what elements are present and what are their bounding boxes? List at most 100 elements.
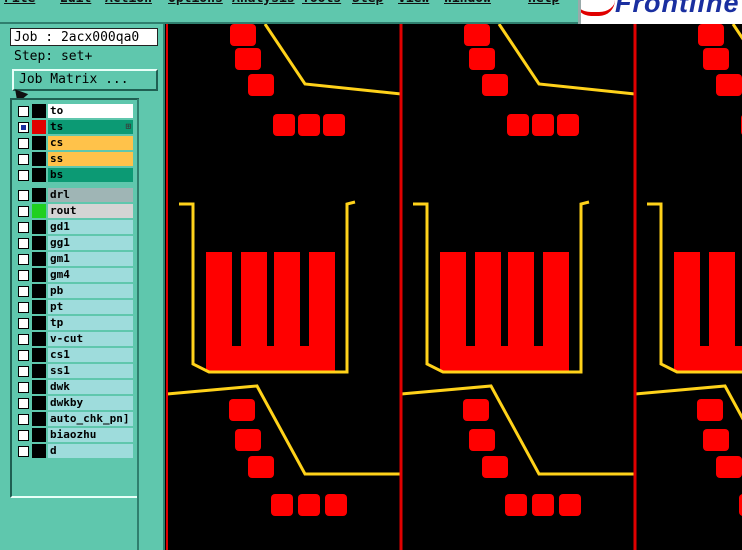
layer-color-swatch[interactable]	[32, 380, 46, 394]
layer-color-swatch[interactable]	[32, 332, 46, 346]
layer-row-ss[interactable]: ss	[15, 152, 133, 166]
layer-row-gg1[interactable]: gg1	[15, 236, 133, 250]
layer-name[interactable]: cs1	[48, 348, 133, 362]
layer-color-swatch[interactable]	[32, 316, 46, 330]
layer-checkbox[interactable]	[18, 122, 29, 133]
layer-row-drl[interactable]: drl	[15, 188, 133, 202]
layer-color-swatch[interactable]	[32, 204, 46, 218]
layer-name[interactable]: gd1	[48, 220, 133, 234]
layer-checkbox[interactable]	[18, 238, 29, 249]
layer-row-cs[interactable]: cs	[15, 136, 133, 150]
layer-color-swatch[interactable]	[32, 188, 46, 202]
layer-checkbox[interactable]	[18, 170, 29, 181]
layer-row-dwkby[interactable]: dwkby	[15, 396, 133, 410]
layer-row-pb[interactable]: pb	[15, 284, 133, 298]
layer-checkbox[interactable]	[18, 206, 29, 217]
menu-tools[interactable]: Tools	[302, 0, 341, 6]
menu-view[interactable]: View	[398, 0, 429, 6]
layer-name[interactable]: auto_chk_pn]	[48, 412, 133, 426]
layer-color-swatch[interactable]	[32, 136, 46, 150]
layer-name[interactable]: pb	[48, 284, 133, 298]
layer-color-swatch[interactable]	[32, 236, 46, 250]
layer-row-d[interactable]: d	[15, 444, 133, 458]
layer-name[interactable]: d	[48, 444, 133, 458]
layer-row-gm1[interactable]: gm1	[15, 252, 133, 266]
layer-row-cs1[interactable]: cs1	[15, 348, 133, 362]
layer-name[interactable]: ss1	[48, 364, 133, 378]
layer-color-swatch[interactable]	[32, 300, 46, 314]
layer-row-dwk[interactable]: dwk	[15, 380, 133, 394]
layer-checkbox[interactable]	[18, 106, 29, 117]
layer-checkbox[interactable]	[18, 222, 29, 233]
layer-checkbox[interactable]	[18, 334, 29, 345]
layer-name[interactable]: rout	[48, 204, 133, 218]
layer-checkbox[interactable]	[18, 446, 29, 457]
layer-checkbox[interactable]	[18, 366, 29, 377]
layer-color-swatch[interactable]	[32, 152, 46, 166]
layer-row-vcut[interactable]: v-cut	[15, 332, 133, 346]
layer-row-to[interactable]: to	[15, 104, 133, 118]
layer-row-tp[interactable]: tp	[15, 316, 133, 330]
menu-analysis[interactable]: Analysis	[232, 0, 295, 6]
layer-checkbox[interactable]	[18, 414, 29, 425]
layer-color-swatch[interactable]	[32, 412, 46, 426]
layer-color-swatch[interactable]	[32, 104, 46, 118]
layer-row-gd1[interactable]: gd1	[15, 220, 133, 234]
layer-name[interactable]: to	[48, 104, 133, 118]
layer-color-swatch[interactable]	[32, 364, 46, 378]
layer-row-biaozhu[interactable]: biaozhu	[15, 428, 133, 442]
menu-action[interactable]: Action	[105, 0, 152, 6]
menu-step[interactable]: Step	[352, 0, 383, 6]
layer-color-swatch[interactable]	[32, 428, 46, 442]
job-matrix-button[interactable]: Job Matrix ...	[12, 69, 158, 91]
menu-window[interactable]: Window	[444, 0, 491, 6]
menu-file[interactable]: File	[4, 0, 35, 6]
layer-checkbox[interactable]	[18, 350, 29, 361]
layer-name[interactable]: gg1	[48, 236, 133, 250]
layer-color-swatch[interactable]	[32, 220, 46, 234]
layer-color-swatch[interactable]	[32, 252, 46, 266]
menu-help[interactable]: Help	[528, 0, 559, 6]
layer-checkbox[interactable]	[18, 382, 29, 393]
layer-color-swatch[interactable]	[32, 268, 46, 282]
layer-checkbox[interactable]	[18, 190, 29, 201]
panel-scrollbar[interactable]	[137, 99, 159, 550]
layer-row-bs[interactable]: bs	[15, 168, 133, 182]
menu-options[interactable]: Options	[168, 0, 223, 6]
layer-checkbox[interactable]	[18, 154, 29, 165]
layer-row-rout[interactable]: rout	[15, 204, 133, 218]
layer-checkbox[interactable]	[18, 318, 29, 329]
layer-row-ts[interactable]: ts ⊞	[15, 120, 133, 134]
layer-checkbox[interactable]	[18, 286, 29, 297]
layer-checkbox[interactable]	[18, 270, 29, 281]
layer-color-swatch[interactable]	[32, 168, 46, 182]
layer-row-gm4[interactable]: gm4	[15, 268, 133, 282]
layer-color-swatch[interactable]	[32, 396, 46, 410]
layer-color-swatch[interactable]	[32, 284, 46, 298]
layer-name[interactable]: v-cut	[48, 332, 133, 346]
layer-name[interactable]: cs	[48, 136, 133, 150]
layer-checkbox[interactable]	[18, 430, 29, 441]
layer-name[interactable]: ts ⊞	[48, 120, 133, 134]
layer-checkbox[interactable]	[18, 254, 29, 265]
layer-color-swatch[interactable]	[32, 348, 46, 362]
layer-name[interactable]: bs	[48, 168, 133, 182]
layer-row-ss1[interactable]: ss1	[15, 364, 133, 378]
layer-name[interactable]: ss	[48, 152, 133, 166]
layer-name[interactable]: pt	[48, 300, 133, 314]
layer-name[interactable]: dwkby	[48, 396, 133, 410]
layer-name[interactable]: biaozhu	[48, 428, 133, 442]
menu-edit[interactable]: Edit	[60, 0, 91, 6]
layer-color-swatch[interactable]	[32, 120, 46, 134]
layer-color-swatch[interactable]	[32, 444, 46, 458]
layer-name[interactable]: drl	[48, 188, 133, 202]
layer-name[interactable]: gm4	[48, 268, 133, 282]
layer-name[interactable]: gm1	[48, 252, 133, 266]
layer-row-pt[interactable]: pt	[15, 300, 133, 314]
graphic-canvas[interactable]	[163, 24, 742, 550]
layer-checkbox[interactable]	[18, 302, 29, 313]
layer-name[interactable]: tp	[48, 316, 133, 330]
layer-name[interactable]: dwk	[48, 380, 133, 394]
layer-checkbox[interactable]	[18, 398, 29, 409]
layer-checkbox[interactable]	[18, 138, 29, 149]
